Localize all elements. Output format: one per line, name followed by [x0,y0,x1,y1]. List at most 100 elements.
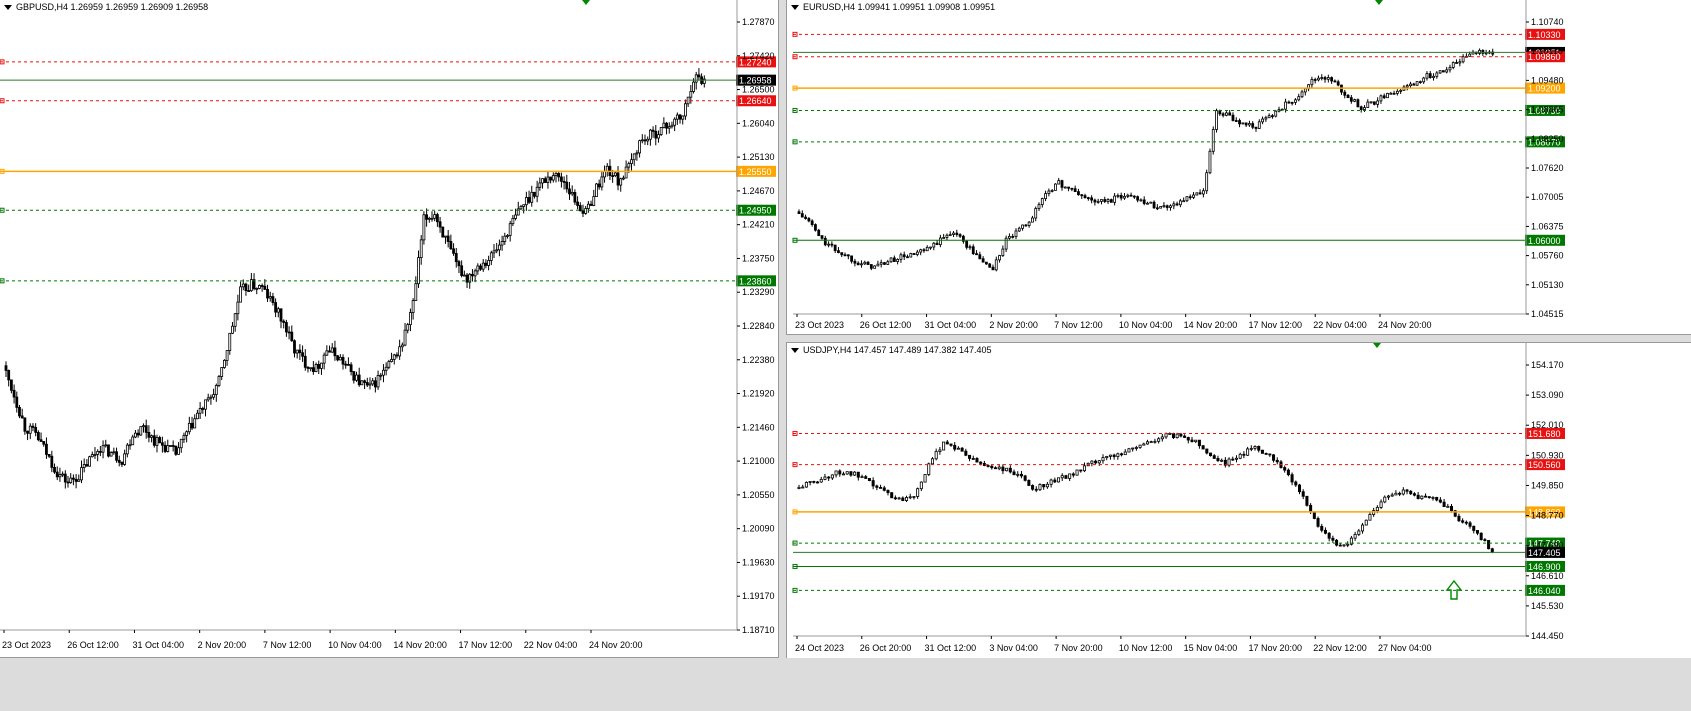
candle [123,453,127,465]
candle [1457,515,1461,522]
price-scale-label: 153.090 [1531,390,1564,400]
time-scale-label: 31 Oct 04:00 [132,640,184,650]
candle [613,172,617,177]
candle [1019,473,1023,477]
candle [1376,100,1380,105]
candle [1409,83,1412,87]
candle [1008,236,1011,239]
candle [18,406,21,417]
eurusd-chart-window[interactable]: 1.103301.099511.098601.092001.087301.080… [786,0,1691,335]
candle [454,252,458,263]
candle [1405,489,1409,492]
candle [144,425,148,433]
candle [357,374,361,386]
candle [1478,49,1481,54]
plot-area[interactable] [793,345,1526,636]
candle [1145,441,1150,445]
candle [998,255,1001,261]
candle [222,360,226,368]
candle [592,196,596,206]
candle [530,191,534,203]
candle [975,458,979,463]
candle [287,331,291,334]
usdjpy-chart-window[interactable]: 151.680 150.560 148.860 147.740 147.405 146.9… [786,342,1691,658]
candle [638,140,641,154]
candle [1070,187,1074,190]
gbpusd-chart-window[interactable]: 1.27240 1.26958 1.26640 1.25550 1.24950 1.238… [0,0,779,658]
candle [971,458,975,460]
candle [1040,198,1044,205]
plot-area[interactable] [0,2,737,630]
candle [365,382,369,386]
candle [63,473,67,483]
candle [36,432,40,441]
candle [800,213,804,218]
candle [271,296,275,303]
candle [681,115,685,120]
candle [635,152,639,155]
candle [422,214,426,241]
candle [875,485,879,488]
candle [382,369,385,376]
candle [535,186,539,197]
eurusd-chart-header: EURUSD,H4 1.09941 1.09951 1.09908 1.0995… [791,2,995,12]
candle [932,242,936,248]
candle [797,211,801,214]
time-scale-label: 22 Nov 04:00 [1313,320,1367,330]
candle [134,432,137,438]
candle [889,257,893,263]
candle [1011,236,1015,238]
candle [1096,200,1100,203]
candle [1305,495,1309,506]
candle [1228,112,1232,116]
plot-area[interactable] [793,2,1526,314]
price-scale-label: 1.10110 [1531,46,1563,56]
candle [1338,544,1342,547]
candle [1264,453,1268,455]
candle [923,474,927,483]
candle [1071,473,1075,476]
candle [1194,439,1198,443]
candle [1090,460,1094,464]
eurusd-chart-canvas[interactable]: 1.103301.099511.098601.092001.087301.080… [787,0,1691,334]
dropdown-triangle-icon[interactable] [4,5,12,11]
candle [853,260,857,264]
time-scale-label: 26 Oct 12:00 [67,640,119,650]
candle [1323,77,1327,80]
candle [163,444,167,452]
candle [1448,67,1452,71]
candle [1126,194,1130,197]
candle [1246,448,1250,456]
candle [158,437,162,444]
candle [147,432,151,438]
price-scale-label: 1.08250 [1531,134,1564,144]
candle [1349,97,1353,102]
usdjpy-chart-canvas[interactable]: 151.680150.560148.860147.740147.405146.9… [787,343,1691,658]
dropdown-triangle-icon[interactable] [791,5,799,11]
gbpusd-chart-canvas[interactable]: 1.272401.269581.266401.255501.249501.238… [0,0,778,657]
time-scale-label: 15 Nov 04:00 [1184,643,1238,653]
candle [462,274,466,277]
candle [433,214,437,219]
candle [1231,458,1235,461]
candle [301,352,304,357]
candle [1301,491,1305,497]
dropdown-triangle-icon[interactable] [791,348,799,354]
candle [338,356,342,361]
candle [1353,533,1357,539]
candle [1297,484,1302,493]
candle [1179,433,1183,437]
candle [883,262,886,265]
candle [1274,110,1278,117]
candle [1248,123,1251,126]
candle [1275,459,1279,463]
candle [1390,494,1394,497]
time-scale-label: 17 Nov 20:00 [1248,643,1302,653]
candle [1103,199,1107,202]
candle [1375,506,1379,512]
candle [266,288,269,299]
price-scale-label: 1.06375 [1531,221,1564,231]
candle [1209,452,1213,457]
candle [368,383,372,386]
candle [1356,99,1360,108]
